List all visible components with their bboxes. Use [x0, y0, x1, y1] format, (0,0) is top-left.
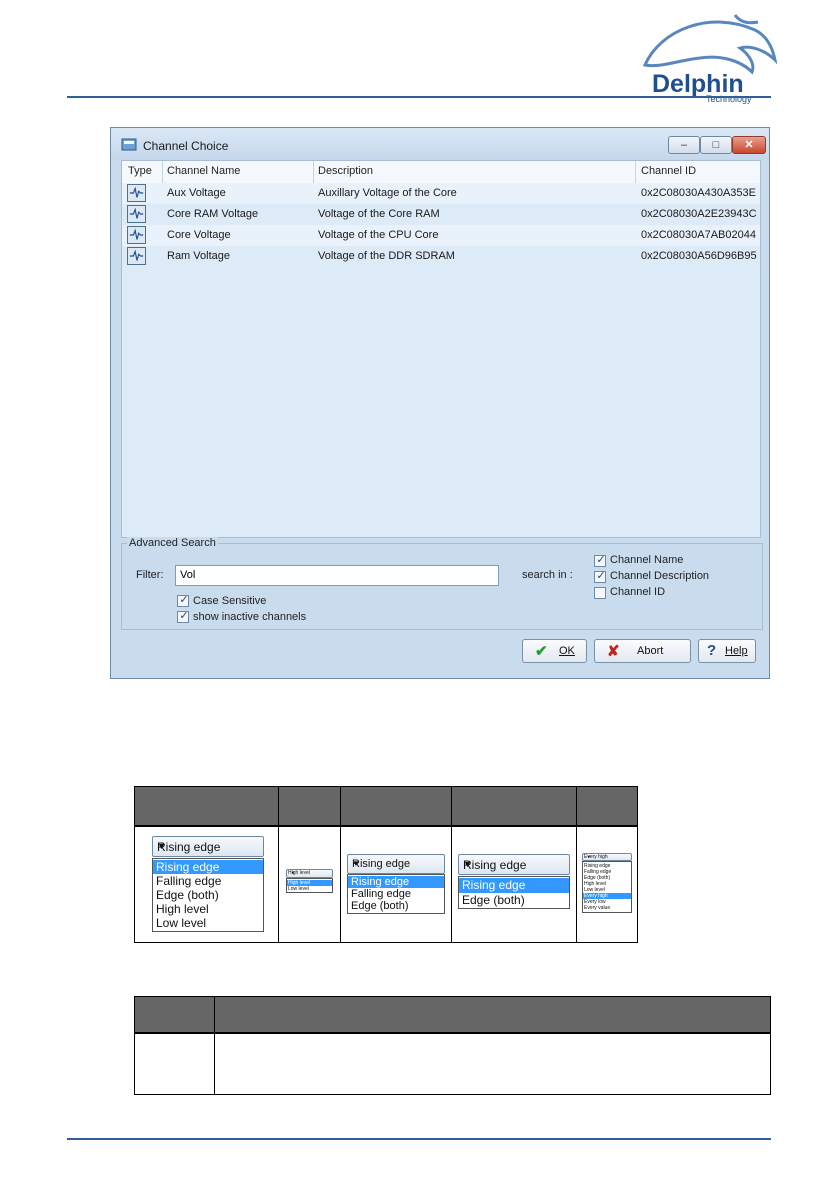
abort-button[interactable]: ✘ Abort — [594, 639, 691, 663]
channel-choice-window: Channel Choice – □ ✕ Type Channel Name D… — [110, 127, 770, 679]
header-divider — [135, 1032, 770, 1034]
description-cell: Voltage of the DDR SDRAM — [318, 250, 455, 262]
description-cell: Voltage of the CPU Core — [318, 229, 439, 241]
table-header — [135, 787, 637, 826]
show-inactive-label: show inactive channels — [193, 611, 307, 623]
dropdown-comparison-table: Rising edge ▼ Rising edge Falling edge E… — [134, 786, 638, 943]
cross-icon: ✘ — [607, 643, 620, 660]
signal-channel-icon — [127, 205, 146, 223]
header-divider — [135, 825, 637, 827]
checkmark-icon: ✔ — [535, 643, 548, 660]
dropdown-list-tiny: Rising edge Falling edge Edge (both) Hig… — [582, 861, 632, 913]
channel-name-checkbox[interactable]: ✓ — [594, 554, 606, 567]
channel-id-cell: 0x2C08030A7AB02044 — [641, 229, 756, 241]
dropdown-list-medium: Rising edge Falling edge Edge (both) — [347, 874, 445, 914]
description-table — [134, 996, 771, 1095]
check-icon: ✓ — [596, 554, 606, 566]
chevron-down-icon: ▼ — [352, 859, 360, 868]
channel-id-cell: 0x2C08030A2E23943C — [641, 208, 757, 220]
titlebar: Channel Choice – □ ✕ — [111, 128, 769, 160]
signal-channel-icon — [127, 226, 146, 244]
ok-button[interactable]: ✔ OK — [522, 639, 587, 663]
channel-name-cell: Aux Voltage — [167, 187, 226, 199]
channel-description-option-label: Channel Description — [610, 570, 710, 582]
case-sensitive-checkbox[interactable]: ✓ — [177, 594, 189, 607]
header-rule — [67, 96, 771, 98]
option-low-level[interactable]: Low level — [153, 916, 206, 930]
trigger-select-large[interactable]: Rising edge ▼ — [152, 836, 264, 857]
channel-list[interactable]: Type Channel Name Description Channel ID… — [121, 160, 761, 538]
option-low-level[interactable]: Low level — [287, 886, 309, 892]
option-edge-both[interactable]: Edge (both) — [459, 893, 525, 908]
window-title: Channel Choice — [143, 139, 229, 153]
channel-id-checkbox[interactable] — [594, 587, 606, 599]
minimize-icon: – — [680, 139, 688, 151]
table-row[interactable]: Aux Voltage Auxillary Voltage of the Cor… — [122, 183, 760, 204]
show-inactive-checkbox[interactable]: ✓ — [177, 610, 189, 623]
search-in-label: search in : — [522, 569, 573, 581]
check-icon: ✓ — [179, 594, 189, 606]
footer-rule — [67, 1138, 771, 1140]
chevron-down-icon: ▼ — [463, 859, 472, 869]
option-edge-both[interactable]: Edge (both) — [348, 900, 408, 912]
maximize-button[interactable]: □ — [700, 136, 732, 154]
trigger-select-medium[interactable]: Rising edge ▼ — [347, 854, 445, 874]
channel-name-cell: Ram Voltage — [167, 250, 230, 262]
filter-input[interactable]: Vol — [175, 565, 499, 586]
option-falling-edge[interactable]: Falling edge — [348, 888, 411, 900]
window-app-icon — [121, 138, 137, 151]
check-icon: ✓ — [596, 570, 606, 582]
dropdown-list-small: High level Low level — [286, 878, 333, 893]
option-falling-edge[interactable]: Falling edge — [153, 874, 221, 888]
column-type[interactable]: Type — [128, 165, 152, 177]
close-button[interactable]: ✕ — [732, 136, 766, 154]
column-description[interactable]: Description — [318, 165, 373, 177]
channel-name-cell: Core Voltage — [167, 229, 231, 241]
advanced-search-label: Advanced Search — [127, 537, 218, 549]
channel-id-cell: 0x2C08030A56D96B95 — [641, 250, 757, 262]
channel-id-cell: 0x2C08030A430A353E — [641, 187, 756, 199]
channel-name-cell: Core RAM Voltage — [167, 208, 259, 220]
dropdown-list-large: Rising edge Falling edge Edge (both) Hig… — [152, 858, 264, 932]
chevron-down-icon: ▼ — [587, 854, 591, 859]
option-every-value[interactable]: Every value — [583, 905, 610, 911]
filter-value: Vol — [180, 569, 196, 581]
channel-description-checkbox[interactable]: ✓ — [594, 570, 606, 583]
column-channel-name[interactable]: Channel Name — [167, 165, 240, 177]
check-icon: ✓ — [179, 610, 189, 622]
dropdown-list-medium2: Rising edge Edge (both) — [458, 876, 570, 909]
chevron-down-icon: ▼ — [291, 870, 295, 875]
table-row[interactable]: Core RAM Voltage Voltage of the Core RAM… — [122, 204, 760, 225]
signal-channel-icon — [127, 247, 146, 265]
trigger-select-small[interactable]: High level ▼ — [286, 869, 333, 878]
option-edge-both[interactable]: Edge (both) — [153, 888, 219, 902]
list-header: Type Channel Name Description Channel ID — [122, 161, 760, 184]
trigger-select-tiny[interactable]: Every high ▼ — [582, 853, 632, 861]
channel-name-option-label: Channel Name — [610, 554, 684, 566]
minimize-button[interactable]: – — [668, 136, 700, 154]
description-cell: Auxillary Voltage of the Core — [318, 187, 457, 199]
option-rising-edge[interactable]: Rising edge — [153, 860, 263, 874]
signal-channel-icon — [127, 184, 146, 202]
abort-label: Abort — [637, 645, 664, 657]
question-icon: ? — [707, 642, 717, 659]
trigger-select-medium2[interactable]: Rising edge ▼ — [458, 854, 570, 875]
column-channel-id[interactable]: Channel ID — [641, 165, 696, 177]
close-icon: ✕ — [744, 139, 754, 151]
option-rising-edge[interactable]: Rising edge — [348, 876, 444, 888]
table-row[interactable]: Ram Voltage Voltage of the DDR SDRAM 0x2… — [122, 246, 760, 267]
case-sensitive-label: Case Sensitive — [193, 595, 267, 607]
chevron-down-icon: ▼ — [157, 841, 166, 851]
filter-label: Filter: — [136, 569, 164, 581]
table-header — [135, 997, 770, 1033]
option-rising-edge[interactable]: Rising edge — [459, 878, 569, 893]
help-button[interactable]: ? Help — [698, 639, 756, 663]
channel-id-option-label: Channel ID — [610, 586, 666, 598]
help-label: Help — [725, 645, 748, 657]
option-high-level[interactable]: High level — [153, 902, 209, 916]
table-row[interactable]: Core Voltage Voltage of the CPU Core 0x2… — [122, 225, 760, 246]
maximize-icon: □ — [712, 139, 720, 151]
description-cell: Voltage of the Core RAM — [318, 208, 440, 220]
ok-label: OK — [559, 645, 575, 657]
